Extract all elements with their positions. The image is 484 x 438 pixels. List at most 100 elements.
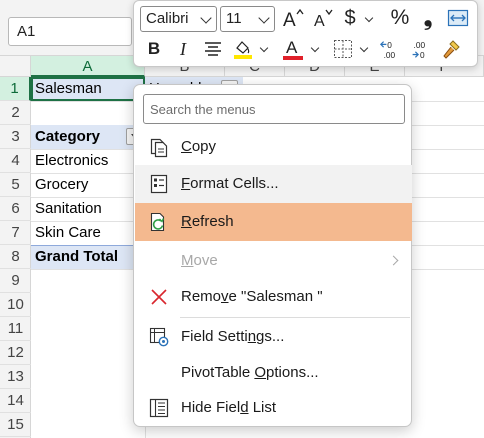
cell-a8-grand-total[interactable]: Grand Total [31,245,145,269]
menu-item-pivottable-options[interactable]: PivotTable Options... [135,354,412,392]
format-painter-icon [443,40,460,59]
increase-font-size-button[interactable]: A [281,6,305,30]
row-header-13[interactable]: 13 [0,365,31,389]
remove-x-icon [148,286,170,308]
decrease-font-size-button[interactable]: A [311,6,335,30]
chevron-down-icon [258,12,270,24]
decrease-decimal-icon: .00 0 [412,40,426,60]
cell-a5[interactable]: Grocery [31,173,145,197]
row-header-10[interactable]: 10 [0,293,31,317]
field-settings-icon [148,326,170,348]
refresh-icon [148,211,170,233]
menu-item-label: Field Settings... [181,328,285,345]
field-list-icon [148,397,170,419]
italic-icon: I [180,38,186,59]
column-header-a[interactable]: A [31,56,145,77]
percent-icon: % [390,6,410,29]
menu-item-field-settings[interactable]: Field Settings... [135,318,412,356]
format-cells-icon [148,173,170,195]
chevron-down-icon[interactable] [359,43,369,53]
font-name-combo[interactable]: Calibri [140,6,217,32]
paint-bucket-icon [234,41,252,59]
menu-search-box[interactable] [143,94,405,124]
menu-item-hide-field-list[interactable]: Hide Field List [135,389,412,427]
context-menu: Copy Format Cells... Refresh Move [133,84,412,427]
mini-toolbar: Calibri 11 A A $ % ❟ B I A 0 .00 .00 0 [133,0,478,67]
svg-text:0: 0 [387,40,392,50]
cell-a1-report-filter-label[interactable]: Salesman [31,77,145,101]
menu-item-move[interactable]: Move [135,242,412,280]
row-header-8[interactable]: 8 [0,245,31,269]
font-color-icon: A [283,38,303,60]
svg-text:.00: .00 [414,40,426,50]
accounting-format-button[interactable]: $ [338,6,362,30]
font-size-value: 11 [226,10,242,27]
increase-decimal-icon: 0 .00 [379,40,396,60]
fill-color-button[interactable] [231,37,255,61]
row-header-column: 1 2 3 4 5 6 7 8 9 10 11 12 13 14 15 [0,77,31,438]
menu-item-label: Move [181,252,218,269]
name-box-value: A1 [17,23,36,40]
center-align-button[interactable] [201,37,225,61]
menu-item-label: Hide Field List [181,399,277,416]
svg-text:.00: .00 [384,50,396,60]
chevron-down-icon [200,12,212,24]
menu-item-copy[interactable]: Copy [135,128,412,166]
align-center-icon [205,42,221,56]
menu-item-format-cells[interactable]: Format Cells... [135,165,412,203]
font-size-combo[interactable]: 11 [220,6,275,32]
comma-style-button[interactable]: ❟ [416,5,440,30]
chevron-right-icon [388,255,399,266]
row-header-11[interactable]: 11 [0,317,31,341]
name-box[interactable]: A1 [8,17,132,46]
decrease-decimal-button[interactable]: .00 0 [408,37,432,61]
cell-a4[interactable]: Electronics [31,149,145,173]
svg-text:A: A [283,10,296,30]
wrap-text-icon [447,9,469,27]
row-header-4[interactable]: 4 [0,149,31,173]
bold-icon: B [147,39,161,58]
row-header-12[interactable]: 12 [0,341,31,365]
percent-style-button[interactable]: % [388,6,412,30]
font-name-value: Calibri [146,10,189,27]
cell-a6[interactable]: Sanitation [31,197,145,221]
svg-text:A: A [286,38,298,57]
borders-icon [334,40,352,58]
row-header-9[interactable]: 9 [0,269,31,293]
menu-item-label: PivotTable Options... [181,364,319,381]
format-painter-button[interactable] [439,37,463,61]
svg-text:A: A [314,13,325,30]
font-color-button[interactable]: A [281,37,305,61]
select-all-corner[interactable] [0,56,31,77]
row-header-1[interactable]: 1 [0,77,31,101]
row-header-3[interactable]: 3 [0,125,31,149]
chevron-down-icon[interactable] [310,43,320,53]
italic-button[interactable]: I [171,37,195,61]
decrease-font-size-icon: A [314,9,333,30]
comma-icon: ❟ [423,5,433,30]
cell-a7[interactable]: Skin Care [31,221,145,245]
menu-item-label: Copy [181,138,217,155]
row-header-5[interactable]: 5 [0,173,31,197]
wrap-text-button[interactable] [446,6,470,30]
menu-search-input[interactable] [144,95,404,123]
menu-item-label: Remove "Salesman " [181,288,323,305]
chevron-down-icon[interactable] [259,43,269,53]
copy-icon [148,136,170,158]
menu-item-label: Format Cells... [181,175,279,192]
menu-item-refresh[interactable]: Refresh [135,203,412,241]
chevron-down-icon[interactable] [364,13,374,23]
row-header-14[interactable]: 14 [0,389,31,413]
row-header-6[interactable]: 6 [0,197,31,221]
menu-item-remove-field[interactable]: Remove "Salesman " [135,278,412,316]
increase-decimal-button[interactable]: 0 .00 [379,37,403,61]
row-header-7[interactable]: 7 [0,221,31,245]
bold-button[interactable]: B [142,37,166,61]
borders-button[interactable] [331,37,355,61]
currency-icon: $ [344,6,356,29]
row-header-15[interactable]: 15 [0,413,31,437]
row-header-2[interactable]: 2 [0,101,31,125]
increase-font-size-icon: A [283,8,304,30]
menu-item-label: Refresh [181,213,234,230]
svg-text:0: 0 [420,50,425,60]
